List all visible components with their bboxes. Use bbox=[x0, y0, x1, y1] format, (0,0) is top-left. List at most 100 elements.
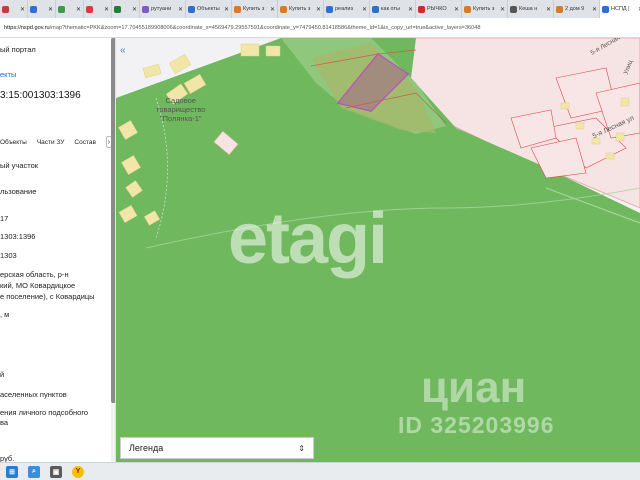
tab-favicon-icon bbox=[2, 5, 9, 13]
tab-favicon-icon bbox=[114, 5, 121, 13]
chevron-updown-icon: ⇕ bbox=[298, 443, 305, 453]
windows-icon[interactable]: ⊞ bbox=[6, 465, 18, 478]
object-date: 17 bbox=[0, 214, 9, 223]
object-cadnum: 1303:1396 bbox=[0, 232, 36, 241]
tab-favicon-icon bbox=[418, 5, 425, 13]
sadovoe-label: Садовое товарищество "Полянка-1" bbox=[156, 96, 205, 123]
tab-favicon-icon bbox=[372, 5, 379, 13]
object-quarter: 1303 bbox=[0, 251, 17, 260]
browser-tab[interactable]: реализ ✕ bbox=[324, 0, 370, 18]
category-label: й bbox=[0, 370, 5, 379]
tab-title: Объекты bbox=[197, 6, 220, 12]
close-tab-icon[interactable]: ✕ bbox=[48, 6, 53, 13]
url-host: https://nspd.gov.ru bbox=[4, 24, 50, 31]
browser-tab[interactable]: ✕ bbox=[0, 0, 28, 18]
tab-favicon-icon bbox=[602, 5, 609, 13]
tab-title: РЫЧКО bbox=[427, 6, 447, 12]
tab-favicon-icon bbox=[326, 5, 333, 13]
address-line-2: кий, МО Ковардицкое bbox=[0, 281, 76, 290]
tab-title: Купить з bbox=[289, 6, 311, 12]
tab-favicon-icon bbox=[30, 5, 37, 13]
close-tab-icon[interactable]: ✕ bbox=[454, 6, 459, 13]
sadovoe-label-text: Садовое товарищество "Полянка-1" bbox=[156, 96, 206, 123]
browser-tab[interactable]: 2 дом 9 ✕ bbox=[554, 0, 600, 18]
tab-favicon-icon bbox=[280, 5, 287, 13]
object-usage: льзование bbox=[0, 187, 37, 196]
object-type: ый участок bbox=[0, 161, 39, 170]
tab-favicon-icon bbox=[234, 5, 241, 13]
tab-title: Купить з bbox=[473, 6, 495, 12]
tab-title: как оты bbox=[381, 6, 400, 12]
close-tab-icon[interactable]: ✕ bbox=[178, 6, 183, 13]
tab-objects[interactable]: Объекты bbox=[0, 139, 27, 146]
legend-label: Легенда bbox=[129, 443, 164, 453]
permitted-use-1: ения личного подсобного bbox=[0, 408, 89, 417]
tab-title: НСПД | bbox=[611, 6, 630, 12]
tab-favicon-icon bbox=[142, 5, 149, 13]
portal-title: ый портал bbox=[0, 45, 36, 54]
os-taskbar: ⊞ ⌕ ▣ Y bbox=[0, 462, 640, 480]
browser-tab[interactable]: как оты ✕ bbox=[370, 0, 416, 18]
close-tab-icon[interactable]: ✕ bbox=[316, 6, 321, 13]
browser-tab[interactable]: РЫЧКО ✕ bbox=[416, 0, 462, 18]
tab-favicon-icon bbox=[510, 5, 517, 13]
collapse-panel-button[interactable]: « bbox=[120, 45, 126, 56]
close-tab-icon[interactable]: ✕ bbox=[132, 6, 137, 13]
close-tab-icon[interactable]: ✕ bbox=[500, 6, 505, 13]
land-category: аселенных пунктов bbox=[0, 390, 67, 399]
tab-title: Кеша н bbox=[519, 6, 538, 12]
close-tab-icon[interactable]: ✕ bbox=[224, 6, 229, 13]
browser-tab[interactable]: Купить з ✕ bbox=[462, 0, 508, 18]
cian-watermark: циан bbox=[421, 363, 527, 412]
browser-icon[interactable]: Y bbox=[72, 465, 84, 478]
browser-tab[interactable]: Объекты ✕ bbox=[186, 0, 232, 18]
tab-parts[interactable]: Части ЗУ bbox=[37, 139, 65, 146]
browser-tab[interactable]: Купить з ✕ bbox=[232, 0, 278, 18]
area-label: , м bbox=[0, 310, 10, 319]
address-bar[interactable]: https://nspd.gov.ru/map?thematic=PKK&zoo… bbox=[0, 18, 640, 38]
object-info-panel: ый портал екты 3:15:001303:1396 Объекты … bbox=[0, 38, 116, 462]
store-icon[interactable]: ▣ bbox=[50, 465, 62, 478]
url-path: /map?thematic=PKK&zoom=17.70455189908006… bbox=[49, 24, 481, 31]
tab-favicon-icon bbox=[86, 5, 93, 13]
objects-link[interactable]: екты bbox=[0, 70, 16, 79]
address-line-3: е поселение), с Ковардицы bbox=[0, 292, 95, 301]
legend-dropdown[interactable]: Легенда ⇕ bbox=[120, 437, 314, 459]
tab-title: 2 дом 9 bbox=[565, 6, 585, 12]
browser-tab[interactable]: Купить з ✕ bbox=[278, 0, 324, 18]
close-tab-icon[interactable]: ✕ bbox=[104, 6, 109, 13]
tab-title: рутуани bbox=[151, 6, 172, 12]
permitted-use-2: ва bbox=[0, 418, 9, 427]
cadastral-number: 3:15:001303:1396 bbox=[0, 90, 81, 101]
browser-tab[interactable]: рутуани ✕ bbox=[140, 0, 186, 18]
close-tab-icon[interactable]: ✕ bbox=[592, 6, 597, 13]
cian-id-watermark: ID 325203996 bbox=[398, 412, 555, 438]
browser-tab[interactable]: ✕ bbox=[84, 0, 112, 18]
browser-tab-strip: ✕ ✕ ✕ ✕ ✕ рутуани ✕ Объекты ✕ Купить з ✕ Купить з ✕ р… bbox=[0, 0, 640, 18]
close-tab-icon[interactable]: ✕ bbox=[362, 6, 367, 13]
address-line-1: ерская область, р-н bbox=[0, 270, 69, 279]
tab-favicon-icon bbox=[556, 5, 563, 13]
tab-composition[interactable]: Состав bbox=[74, 139, 96, 146]
panel-tabs: Объекты Части ЗУ Состав › bbox=[0, 135, 112, 149]
tab-favicon-icon bbox=[188, 5, 195, 13]
browser-tab[interactable]: НСПД |✕ bbox=[600, 0, 640, 18]
browser-tab[interactable]: ✕ bbox=[28, 0, 56, 18]
close-tab-icon[interactable]: ✕ bbox=[270, 6, 275, 13]
map-view[interactable]: « Садовое товарищество "Полянка-1" 5-я Л… bbox=[116, 38, 640, 462]
close-tab-icon[interactable]: ✕ bbox=[408, 6, 413, 13]
browser-tab[interactable]: Кеша н ✕ bbox=[508, 0, 554, 18]
etagi-watermark: etagi bbox=[228, 199, 388, 279]
close-tab-icon[interactable]: ✕ bbox=[546, 6, 551, 13]
tab-favicon-icon bbox=[464, 5, 471, 13]
tab-title: Купить з bbox=[243, 6, 265, 12]
close-tab-icon[interactable]: ✕ bbox=[76, 6, 81, 13]
browser-tab[interactable]: ✕ bbox=[56, 0, 84, 18]
search-icon[interactable]: ⌕ bbox=[28, 465, 40, 478]
cadastral-cost: руб. bbox=[0, 454, 15, 462]
browser-tab[interactable]: ✕ bbox=[112, 0, 140, 18]
url-text[interactable]: https://nspd.gov.ru/map?thematic=PKK&zoo… bbox=[4, 25, 481, 31]
tab-favicon-icon bbox=[58, 5, 65, 13]
close-tab-icon[interactable]: ✕ bbox=[20, 6, 25, 13]
tab-title: реализ bbox=[335, 6, 353, 12]
